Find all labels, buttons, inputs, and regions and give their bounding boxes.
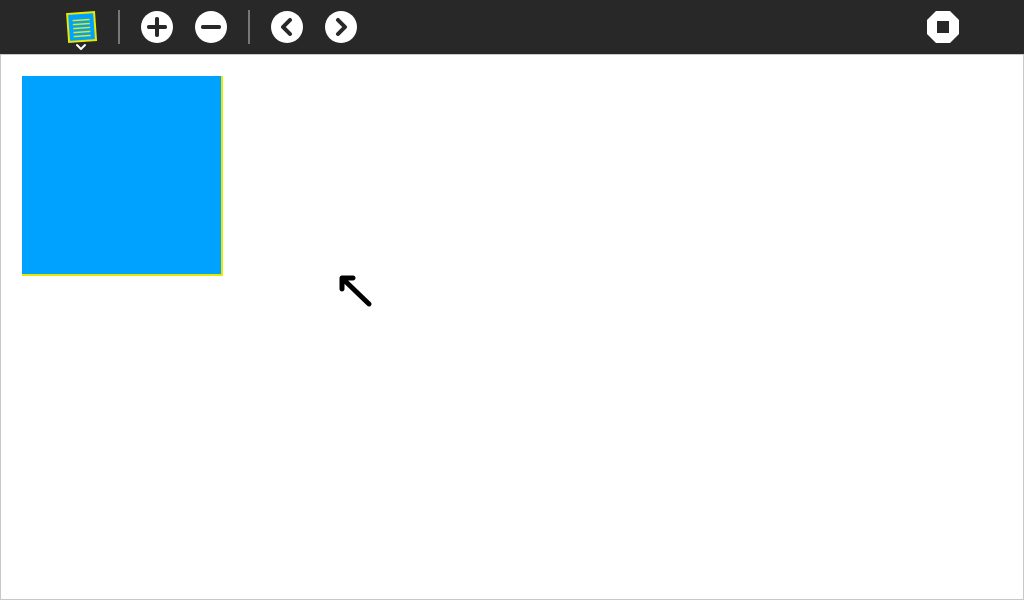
toolbar-separator: [248, 10, 250, 44]
stop-button[interactable]: [926, 10, 960, 44]
journal-notebook-icon: [66, 11, 98, 50]
drawing-canvas[interactable]: [0, 54, 1024, 600]
journal-menu-button[interactable]: [64, 8, 100, 52]
next-button[interactable]: [324, 10, 358, 44]
remove-button[interactable]: [194, 10, 228, 44]
chevron-left-circle-icon: [271, 11, 303, 43]
minus-circle-icon: [195, 11, 227, 43]
arrow-cursor-icon: [339, 275, 372, 307]
previous-button[interactable]: [270, 10, 304, 44]
chevron-right-circle-icon: [325, 11, 357, 43]
plus-circle-icon: [141, 11, 173, 43]
stop-octagon-icon: [927, 11, 959, 43]
toolbar-separator: [118, 10, 120, 44]
mouse-cursor: [339, 275, 375, 311]
add-button[interactable]: [140, 10, 174, 44]
chevron-down-icon: [76, 44, 86, 50]
toolbar: [0, 0, 1024, 54]
blue-square[interactable]: [22, 76, 223, 276]
